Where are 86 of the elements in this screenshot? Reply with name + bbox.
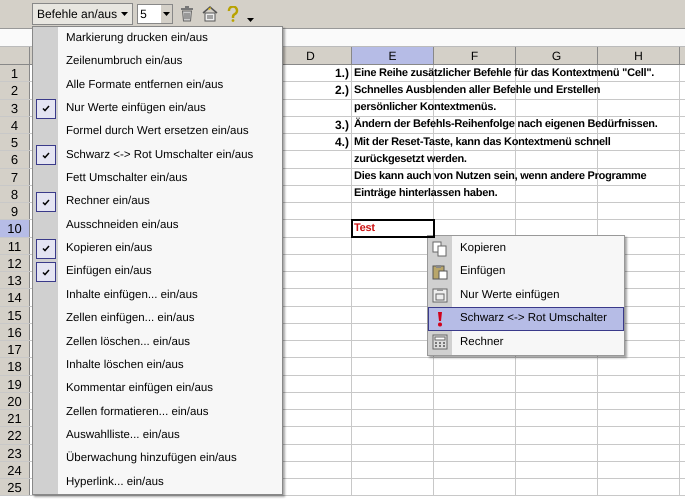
- row-header[interactable]: 20: [0, 392, 30, 409]
- clipboard-icon: [432, 264, 448, 280]
- menu-item[interactable]: Auswahlliste... ein/aus: [33, 424, 282, 448]
- menu-item[interactable]: Kommentar einfügen ein/aus: [33, 377, 282, 400]
- menu-item[interactable]: Rechner ein/aus: [33, 190, 282, 214]
- row-header[interactable]: 8: [0, 186, 30, 202]
- checkmark-icon: [42, 198, 50, 206]
- menu-item[interactable]: Formel durch Wert ersetzen ein/aus: [33, 120, 282, 144]
- list-number: 1.): [334, 67, 349, 80]
- row-header[interactable]: 4: [0, 116, 30, 133]
- row-header[interactable]: 10: [0, 220, 30, 236]
- menu-item[interactable]: Überwachung hinzufügen ein/aus: [33, 447, 282, 471]
- row-header[interactable]: 1: [0, 65, 30, 82]
- note-text: Einträge hinterlassen haben.: [354, 188, 498, 200]
- row-header[interactable]: 24: [0, 462, 30, 478]
- list-number: 2.): [334, 84, 349, 96]
- menu-item[interactable]: Kopieren ein/aus: [33, 237, 282, 260]
- trash-icon[interactable]: [181, 6, 194, 22]
- row-header[interactable]: 15: [0, 306, 30, 323]
- row-header[interactable]: 23: [0, 444, 30, 461]
- context-menu-item[interactable]: Einfügen: [428, 260, 624, 284]
- row-header[interactable]: 12: [0, 254, 30, 271]
- context-menu-item[interactable]: Schwarz <-> Rot Umschalter: [428, 307, 624, 331]
- checkmark-box[interactable]: [36, 145, 56, 166]
- row-header[interactable]: 3: [0, 100, 30, 116]
- caret-icon: [163, 12, 170, 16]
- checkmark-icon: [42, 268, 50, 276]
- checkmark-box[interactable]: [36, 192, 56, 212]
- row-header[interactable]: 5: [0, 134, 30, 150]
- menu-item[interactable]: Zellen formatieren... ein/aus: [33, 400, 282, 424]
- menu-item[interactable]: Zellen einfügen... ein/aus: [33, 307, 282, 330]
- note-text: zurückgesetzt werden.: [354, 154, 467, 165]
- commands-dropdown-button[interactable]: Befehle an/aus: [32, 3, 134, 25]
- note-text: Dies kann auch von Nutzen sein, wenn andere Programme: [354, 171, 646, 182]
- note-text: Eine Reihe zusätzlicher Befehle für das Kontextmenü "Cell".: [354, 68, 654, 79]
- checkmark-icon: [42, 152, 50, 159]
- list-number: 4.): [334, 136, 349, 148]
- row-header[interactable]: 21: [0, 410, 30, 426]
- row-header[interactable]: 9: [0, 203, 30, 220]
- exclamation-icon: [436, 310, 444, 327]
- menu-item[interactable]: Zellen löschen... ein/aus: [33, 330, 282, 354]
- menu-item[interactable]: Schwarz <-> Rot Umschalter ein/aus: [33, 144, 282, 168]
- column-header[interactable]: E: [352, 47, 434, 64]
- menu-item[interactable]: Einfügen ein/aus: [33, 260, 282, 284]
- menu-item[interactable]: Inhalte löschen ein/aus: [33, 354, 282, 378]
- copy-icon: [432, 240, 448, 257]
- context-menu-item[interactable]: Kopieren: [428, 237, 624, 260]
- row-header[interactable]: 25: [0, 479, 30, 496]
- menu-item[interactable]: Ausschneiden ein/aus: [33, 214, 282, 238]
- checkmark-icon: [42, 245, 50, 252]
- checkmark-box[interactable]: [36, 262, 56, 282]
- column-header[interactable]: H: [598, 47, 680, 64]
- calculator-icon: [432, 334, 448, 350]
- row-header[interactable]: 14: [0, 289, 30, 306]
- clipboard-icon: [432, 287, 448, 304]
- row-header[interactable]: 2: [0, 82, 30, 98]
- row-header[interactable]: 18: [0, 358, 30, 374]
- count-field[interactable]: 5: [137, 4, 174, 24]
- caret-icon: [121, 12, 128, 16]
- row-header[interactable]: 11: [0, 238, 30, 254]
- overflow-caret-icon[interactable]: [247, 18, 254, 22]
- row-header[interactable]: 13: [0, 272, 30, 288]
- row-header[interactable]: 16: [0, 324, 30, 340]
- row-header[interactable]: 7: [0, 168, 30, 185]
- menu-item[interactable]: Inhalte einfügen... ein/aus: [33, 284, 282, 308]
- menu-item[interactable]: Alle Formate entfernen ein/aus: [33, 74, 282, 98]
- row-header[interactable]: 19: [0, 376, 30, 392]
- list-number: 3.): [334, 118, 349, 131]
- note-text: Schnelles Ausblenden aller Befehle und Erstellen: [354, 84, 600, 96]
- checkmark-box[interactable]: [36, 98, 56, 119]
- cell-value: Test: [354, 222, 375, 234]
- menu-item[interactable]: Nur Werte einfügen ein/aus: [33, 97, 282, 120]
- row-header[interactable]: 17: [0, 341, 30, 358]
- context-menu-item[interactable]: Rechner: [428, 330, 624, 354]
- menu-item[interactable]: Fett Umschalter ein/aus: [33, 167, 282, 190]
- menu-item[interactable]: Hyperlink... ein/aus: [33, 470, 282, 494]
- column-header[interactable]: F: [434, 47, 516, 64]
- note-text: Mit der Reset-Taste, kann das Kontextmenü schnell: [354, 136, 610, 148]
- note-text: persönlicher Kontextmenüs.: [354, 102, 496, 114]
- checkmark-box[interactable]: [36, 238, 56, 259]
- checkmark-icon: [42, 105, 50, 112]
- row-header[interactable]: 22: [0, 427, 30, 444]
- row-header[interactable]: 6: [0, 151, 30, 168]
- column-header[interactable]: G: [516, 47, 598, 64]
- note-text: Ändern der Befehls-Reihenfolge nach eigenen Bedürfnissen.: [354, 119, 658, 130]
- context-menu-item[interactable]: Nur Werte einfügen: [428, 284, 624, 308]
